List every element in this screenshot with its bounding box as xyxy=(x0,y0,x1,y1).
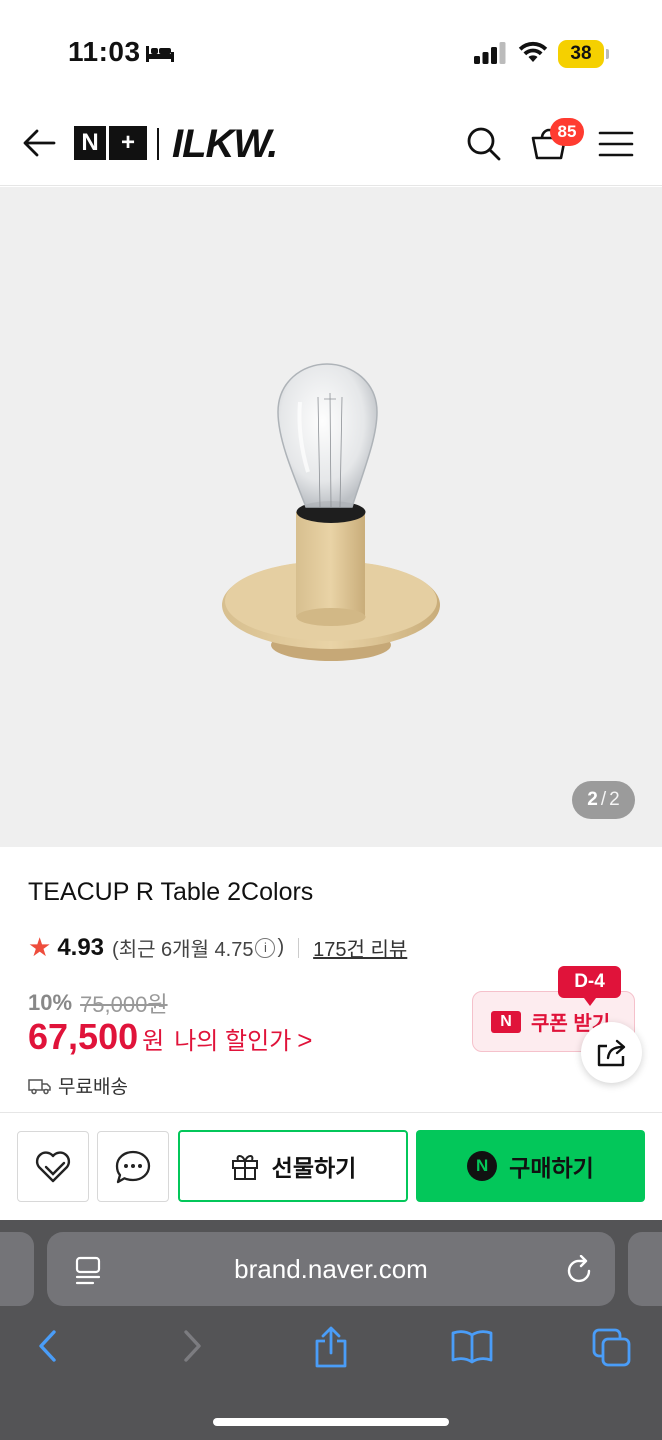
reload-icon[interactable] xyxy=(566,1255,594,1285)
gallery-current-page: 2 xyxy=(587,789,598,810)
rating-score: 4.93 xyxy=(57,933,105,961)
tabs-overview-icon[interactable] xyxy=(592,1326,632,1368)
coupon-deadline-badge: D-4 xyxy=(558,966,621,1006)
discount-percent: 10% xyxy=(28,990,73,1015)
product-lamp-image xyxy=(222,363,440,661)
gallery-page-indicator: 2/2 xyxy=(572,781,635,819)
reader-page-icon[interactable] xyxy=(74,1256,102,1286)
star-icon: ★ xyxy=(28,932,52,962)
search-icon[interactable] xyxy=(466,126,502,162)
shipping-info: 무료배송 xyxy=(28,1072,128,1099)
sale-price: 67,500 xyxy=(28,1016,139,1057)
browser-back-icon[interactable] xyxy=(34,1326,62,1366)
naver-coupon-icon: N xyxy=(491,1010,521,1033)
next-tab-preview[interactable] xyxy=(628,1232,662,1306)
previous-tab-preview[interactable] xyxy=(0,1232,34,1306)
buy-label: 구매하기 xyxy=(509,1155,594,1181)
info-icon[interactable]: i xyxy=(255,937,276,958)
naver-plus-logo[interactable]: N + xyxy=(74,126,147,162)
price-row[interactable]: 67,500 원 나의 할인가 > xyxy=(28,1016,312,1058)
sleep-focus-icon xyxy=(146,46,174,62)
gift-icon xyxy=(231,1155,258,1180)
recent-rating-close: ) xyxy=(277,936,285,958)
my-discount-price-label: 나의 할인가 xyxy=(174,1028,292,1055)
share-button[interactable] xyxy=(581,1022,642,1083)
gallery-total-pages: 2 xyxy=(609,789,620,810)
address-bar[interactable]: brand.naver.com xyxy=(47,1232,615,1306)
gift-button[interactable]: 선물하기 xyxy=(178,1130,408,1202)
battery-indicator: 38 xyxy=(558,40,604,68)
wifi-icon xyxy=(518,41,548,62)
truck-icon xyxy=(28,1078,51,1094)
brand-logo[interactable]: ILKW. xyxy=(172,122,278,167)
recent-rating-text: (최근 6개월 4.75 xyxy=(112,939,254,961)
share-icon xyxy=(597,1039,625,1066)
chat-bubble-icon xyxy=(115,1150,151,1183)
naver-plus-n: N xyxy=(74,126,106,160)
status-bar: 11:03 38 xyxy=(0,0,662,100)
rating-divider xyxy=(298,937,300,958)
wishlist-button[interactable] xyxy=(17,1131,89,1202)
price-unit: 원 xyxy=(142,1028,165,1055)
buy-button[interactable]: N 구매하기 xyxy=(416,1130,645,1202)
cellular-signal-icon xyxy=(474,42,506,64)
status-time: 11:03 xyxy=(68,36,141,67)
url-text: brand.naver.com xyxy=(234,1253,428,1284)
original-price: 75,000원 xyxy=(80,992,168,1017)
bookmarks-icon[interactable] xyxy=(450,1326,494,1366)
home-indicator xyxy=(213,1418,449,1426)
cart-count-badge: 85 xyxy=(550,118,584,146)
product-image-gallery[interactable] xyxy=(0,187,662,847)
shipping-label: 무료배송 xyxy=(58,1077,128,1098)
gallery-page-separator: / xyxy=(600,789,607,810)
menu-icon[interactable] xyxy=(598,130,634,158)
rating-row: ★ 4.93 (최근 6개월 4.75 i ) 175건 리뷰 xyxy=(28,932,407,963)
naver-plus-plus: + xyxy=(109,126,147,160)
browser-share-icon[interactable] xyxy=(312,1326,350,1368)
talk-button[interactable] xyxy=(97,1131,169,1202)
chevron-right-icon: > xyxy=(297,1025,313,1055)
heart-icon xyxy=(35,1150,71,1182)
brand-divider xyxy=(157,128,159,160)
gift-label: 선물하기 xyxy=(271,1155,357,1181)
review-count-link[interactable]: 175건 리뷰 xyxy=(313,933,407,962)
back-arrow-icon[interactable] xyxy=(22,128,56,158)
browser-forward-icon[interactable] xyxy=(178,1326,206,1366)
naver-pay-icon: N xyxy=(467,1151,498,1181)
product-title: TEACUP R Table 2Colors xyxy=(28,878,314,906)
discount-row: 10% 75,000원 xyxy=(28,987,168,1019)
battery-cap xyxy=(606,49,609,59)
